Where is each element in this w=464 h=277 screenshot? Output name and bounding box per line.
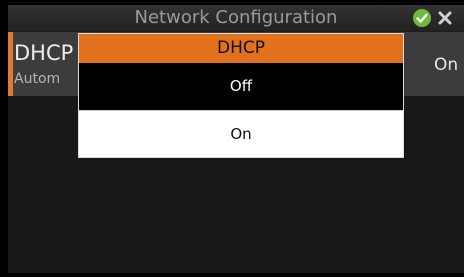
check-circle-icon[interactable] xyxy=(413,9,431,27)
row-accent-bar xyxy=(8,32,13,96)
setting-subtitle: Autom xyxy=(14,71,61,87)
screen: Network Configuration DHCP Autom On DHCP… xyxy=(0,0,464,277)
close-icon[interactable] xyxy=(436,9,454,27)
title-bar: Network Configuration xyxy=(8,5,464,31)
page-title: Network Configuration xyxy=(134,7,338,28)
device-screen: Network Configuration DHCP Autom On DHCP… xyxy=(8,5,464,273)
option-off[interactable]: Off xyxy=(79,63,403,110)
option-on[interactable]: On xyxy=(79,110,403,157)
setting-value: On xyxy=(434,55,459,75)
dialog-title: DHCP xyxy=(79,34,403,63)
setting-name: DHCP xyxy=(14,41,74,65)
dhcp-dialog: DHCP Off On xyxy=(78,33,404,158)
